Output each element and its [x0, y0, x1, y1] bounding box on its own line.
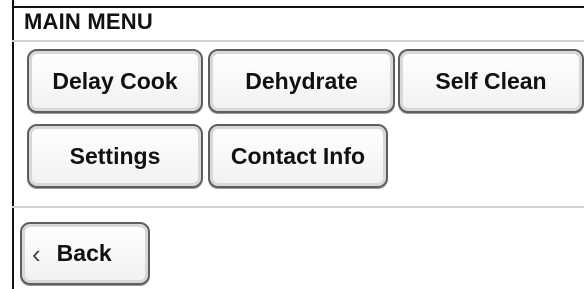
dehydrate-button[interactable]: Dehydrate: [208, 49, 395, 113]
delay-cook-button[interactable]: Delay Cook: [27, 49, 203, 113]
top-border: [12, 6, 584, 8]
back-button-label: Back: [56, 240, 112, 266]
footer-divider: [12, 206, 584, 208]
main-menu-screen: MAIN MENU Delay Cook Dehydrate Self Clea…: [12, 0, 584, 289]
page-title: MAIN MENU: [24, 9, 153, 34]
title-divider: [12, 40, 584, 42]
settings-button[interactable]: Settings: [27, 124, 203, 188]
chevron-left-icon: ‹: [32, 238, 41, 269]
contact-info-button[interactable]: Contact Info: [208, 124, 388, 188]
left-border: [12, 0, 14, 289]
self-clean-button[interactable]: Self Clean: [398, 49, 584, 113]
back-button[interactable]: ‹ Back: [20, 222, 150, 285]
